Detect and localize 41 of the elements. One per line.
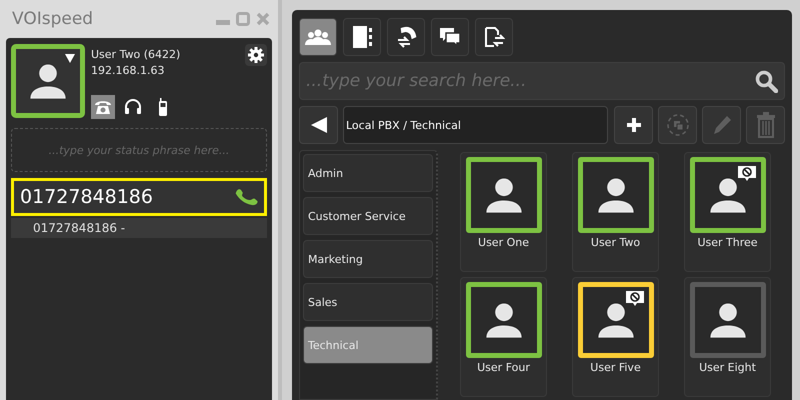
dropdown-icon[interactable]	[65, 54, 75, 63]
add-button[interactable]	[614, 106, 653, 144]
user-name: User Two (6422)	[91, 47, 182, 63]
file-transfer-tab[interactable]	[475, 18, 513, 56]
phonebook-tab[interactable]	[343, 18, 381, 56]
group-icon	[666, 113, 690, 137]
avatar[interactable]	[11, 44, 85, 118]
group-item[interactable]: Customer Service	[303, 197, 433, 235]
settings-icon[interactable]	[245, 44, 267, 66]
group-item[interactable]: Admin	[303, 154, 433, 192]
window-title: VOIspeed	[12, 9, 94, 29]
status-field[interactable]: ...type your status phrase here...	[11, 128, 267, 172]
contact-name: User Three	[697, 236, 758, 249]
plus-icon	[626, 117, 642, 133]
contact-name: User Eight	[699, 361, 756, 374]
back-button[interactable]	[299, 106, 338, 144]
contact-name: User Five	[590, 361, 641, 374]
book-icon	[351, 25, 373, 49]
contact-name: User One	[478, 236, 529, 249]
contact-card[interactable]: User One	[460, 152, 547, 272]
deskphone-icon[interactable]	[91, 95, 115, 119]
breadcrumb-path: Local PBX / Technical	[343, 106, 608, 144]
chat-tab[interactable]	[431, 18, 469, 56]
people-icon	[304, 27, 332, 47]
trash-icon	[756, 112, 776, 138]
file-transfer-icon	[483, 25, 505, 49]
contact-card[interactable]: User Five	[572, 277, 659, 397]
call-transfer-tab[interactable]	[387, 18, 425, 56]
contact-name: User Two	[590, 236, 640, 249]
contacts-tab[interactable]	[299, 18, 337, 56]
dial-field[interactable]: 01727848186	[11, 178, 267, 216]
contact-card[interactable]: User Two	[572, 152, 659, 272]
contact-name: User Four	[477, 361, 530, 374]
back-arrow-icon	[310, 116, 328, 134]
ip-address: 192.168.1.63	[91, 63, 166, 79]
contact-card[interactable]: User Three	[684, 152, 771, 272]
search-icon[interactable]	[754, 69, 778, 93]
contact-card[interactable]: User Eight	[684, 277, 771, 397]
contact-card[interactable]: User Four	[460, 277, 547, 397]
group-item[interactable]: Sales	[303, 283, 433, 321]
group-item[interactable]: Marketing	[303, 240, 433, 278]
